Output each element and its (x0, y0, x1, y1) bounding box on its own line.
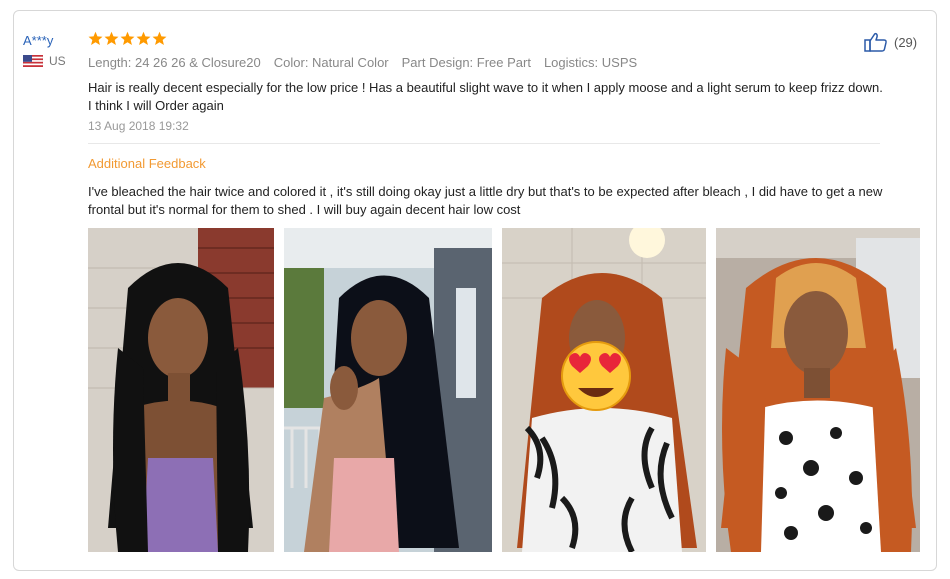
star-icon (88, 31, 103, 45)
review-photo-2[interactable] (284, 228, 492, 552)
additional-feedback-text: I've bleached the hair twice and colored… (88, 184, 883, 217)
attr-logistics: Logistics: USPS (543, 55, 638, 70)
reviewer-info: A***y US (23, 33, 83, 68)
us-flag-icon (23, 55, 43, 67)
order-attributes: Length: 24 26 26 & Closure20 Color: Natu… (88, 55, 637, 70)
attr-length: Length: 24 26 26 & Closure20 (88, 55, 261, 70)
photo-2-image (284, 228, 492, 552)
star-icon (120, 31, 135, 45)
review-photo-3[interactable] (502, 228, 706, 552)
reviewer-country: US (23, 54, 83, 68)
star-icon (136, 31, 151, 45)
thumbs-up-icon (864, 32, 887, 52)
review-photo-4[interactable] (716, 228, 920, 552)
reviewer-name[interactable]: A***y (23, 33, 83, 48)
star-icon (152, 31, 167, 45)
review-date: 13 Aug 2018 19:32 (88, 119, 189, 133)
divider (88, 143, 880, 144)
review-card: A***y US (29) Length: 24 26 26 & Closure… (13, 10, 937, 571)
country-code: US (49, 54, 66, 68)
review-photo-1[interactable] (88, 228, 274, 552)
additional-feedback-title: Additional Feedback (88, 156, 206, 171)
star-icon (104, 31, 119, 45)
photo-4-image (716, 228, 920, 552)
attr-color: Color: Natural Color (273, 55, 389, 70)
heart-eyes-emoji (561, 341, 631, 411)
photo-1-image (88, 228, 274, 552)
review-text: Hair is really decent especially for the… (88, 80, 883, 113)
star-rating (88, 31, 167, 46)
photo-3-image (502, 228, 706, 552)
helpful-button[interactable]: (29) (864, 32, 917, 52)
helpful-count: (29) (894, 34, 918, 50)
attr-part-design: Part Design: Free Part (401, 55, 531, 70)
